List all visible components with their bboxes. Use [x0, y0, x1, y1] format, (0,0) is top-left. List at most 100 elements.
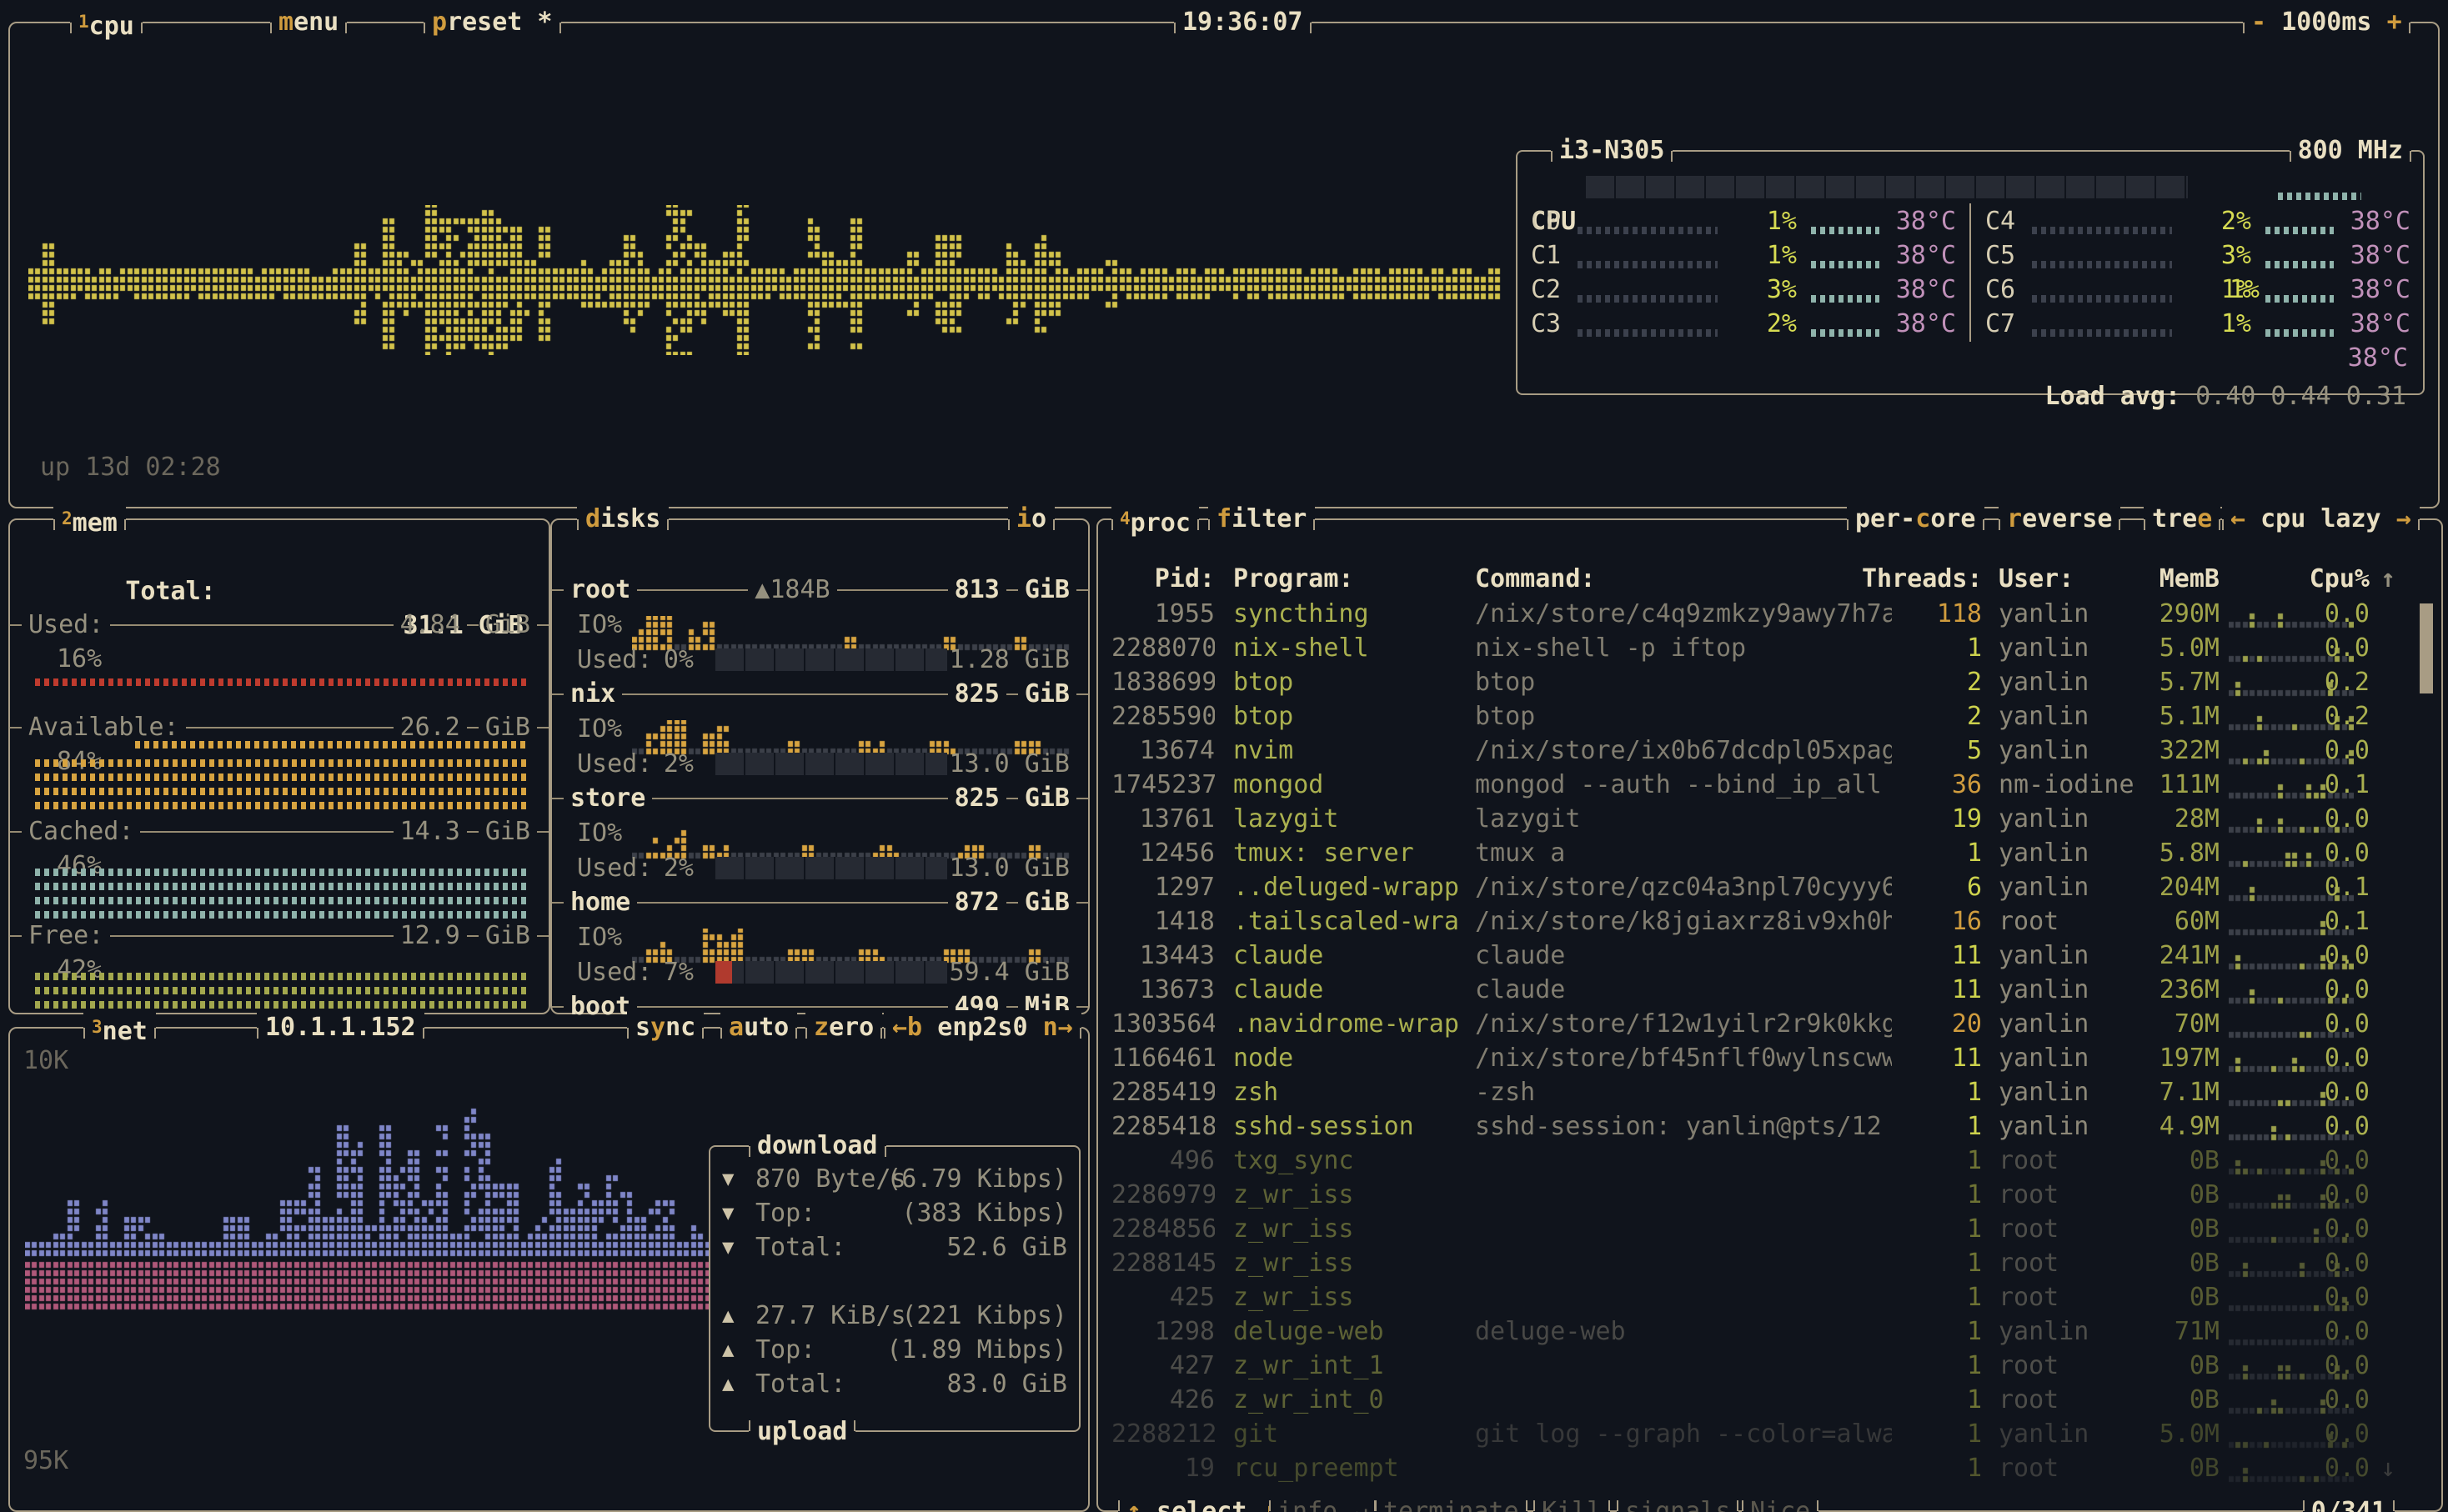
process-row[interactable]: 1297..deluged-wrapp/nix/store/qzc04a3npl… — [1098, 870, 2441, 904]
reverse-button[interactable]: reverse — [1999, 502, 2120, 536]
sort-prev-button[interactable]: ← — [2230, 504, 2245, 533]
process-command: sshd-session: yanlin@pts/12 — [1475, 1109, 1892, 1144]
process-cpu: 0.0 — [2299, 1280, 2370, 1314]
tab-mem[interactable]: 2mem — [53, 502, 126, 540]
auto-post: uto — [744, 1013, 789, 1042]
process-row[interactable]: 2288145z_wr_iss1root0B0.0 — [1098, 1246, 2441, 1280]
scrollbar-thumb[interactable] — [2420, 603, 2433, 693]
process-row[interactable]: 2285419zsh-zsh1yanlin7.1M0.0 — [1098, 1075, 2441, 1109]
sort-next-button[interactable]: → — [2396, 504, 2411, 533]
next-interface-button[interactable]: n→ — [1043, 1013, 1073, 1042]
process-name: zsh — [1233, 1075, 1467, 1109]
menu-button[interactable]: menu — [270, 5, 347, 39]
tab-net[interactable]: 3net — [83, 1010, 156, 1049]
process-command: lazygit — [1475, 802, 1892, 836]
process-row[interactable]: 13443claudeclaude11yanlin241M0.0 — [1098, 939, 2441, 973]
col-cpu[interactable]: Cpu% — [2299, 562, 2370, 596]
mem-field-pct: 42% — [57, 953, 102, 987]
load-avg-row: Load avg: 0.40 0.44 0.31 — [1924, 345, 2406, 448]
per-core-button[interactable]: per-core — [1847, 502, 1984, 536]
mem-box: 2mem Total: 31.1 GiB Used:4.84GiB16%Avai… — [8, 518, 550, 1014]
process-row[interactable]: 2288212gitgit log --graph --color=always… — [1098, 1417, 2441, 1451]
process-mem: 197M — [2115, 1041, 2220, 1075]
tree-button[interactable]: tree — [2144, 502, 2220, 536]
tab-io[interactable]: io — [1008, 502, 1055, 536]
tab-proc[interactable]: 4proc — [1111, 502, 1199, 540]
process-row[interactable]: 2285418sshd-sessionsshd-session: yanlin@… — [1098, 1109, 2441, 1144]
process-row[interactable]: 1298deluge-webdeluge-web1yanlin71M0.0 — [1098, 1314, 2441, 1349]
tab-cpu[interactable]: 1cpu — [70, 5, 143, 43]
auto-button[interactable]: auto — [720, 1010, 797, 1044]
process-mem: 0B — [2115, 1349, 2220, 1383]
core-label: C2 — [1531, 273, 1561, 307]
disk-size-unit: GiB — [1018, 677, 1076, 711]
process-row[interactable]: 426z_wr_int_01root0B0.0 — [1098, 1383, 2441, 1417]
sync-button[interactable]: sync — [627, 1010, 704, 1044]
process-row[interactable]: 2285590btopbtop2yanlin5.1M0.2 — [1098, 699, 2441, 733]
process-cpu: 0.0 — [2299, 1178, 2370, 1212]
signals-button[interactable]: signals — [1617, 1494, 1738, 1512]
process-pid: 19 — [1111, 1451, 1215, 1485]
tab-disks[interactable]: disks — [577, 502, 669, 536]
process-row[interactable]: 12456tmux: servertmux a1yanlin5.8M0.0 — [1098, 836, 2441, 870]
sort-direction-icon[interactable]: ↑ — [2380, 562, 2395, 596]
col-threads[interactable]: Threads: — [1862, 562, 1982, 596]
process-row[interactable]: 1745237mongodmongod --auth --bind_ip_all… — [1098, 768, 2441, 802]
preset-button[interactable]: preset * — [424, 5, 561, 39]
zero-button[interactable]: zero — [805, 1010, 882, 1044]
process-row[interactable]: 2286979z_wr_iss1root0B0.0 — [1098, 1178, 2441, 1212]
info-button[interactable]: info ↵ — [1269, 1494, 1376, 1512]
col-mem[interactable]: MemB — [2115, 562, 2220, 596]
process-threads: 1 — [1899, 1075, 1982, 1109]
mem-amber-band-row — [35, 788, 527, 795]
download-stat-row: ▼870 Byte/s(6.79 Kibps) — [722, 1162, 1067, 1196]
interface-name: enp2s0 — [937, 1013, 1027, 1042]
mem-field-value: 26.2 — [394, 710, 467, 744]
process-threads: 11 — [1899, 939, 1982, 973]
filter-button[interactable]: filter — [1208, 502, 1315, 536]
process-row[interactable]: 427z_wr_int_11root0B0.0 — [1098, 1349, 2441, 1383]
process-row[interactable]: 19rcu_preempt1root0B0.0↓ — [1098, 1451, 2441, 1485]
process-pid: 13761 — [1111, 802, 1215, 836]
process-row[interactable]: 1955syncthing/nix/store/c4q9zmkzy9awy7h7… — [1098, 597, 2441, 631]
process-pid: 2288070 — [1111, 631, 1215, 665]
process-pid: 2284856 — [1111, 1212, 1215, 1246]
process-row[interactable]: 2284856z_wr_iss1root0B0.0 — [1098, 1212, 2441, 1246]
process-name: deluge-web — [1233, 1314, 1467, 1349]
process-row[interactable]: 13674nvim/nix/store/ix0b67dcdpl05xpagx5x… — [1098, 733, 2441, 768]
mem-field-value: 14.3 — [394, 814, 467, 849]
interval-plus-button[interactable]: + — [2387, 8, 2402, 37]
nice-button[interactable]: Nice — [1742, 1494, 1818, 1512]
process-row[interactable]: 496txg_sync1root0B0.0 — [1098, 1144, 2441, 1178]
process-row[interactable]: 13673claudeclaude11yanlin236M0.0 — [1098, 973, 2441, 1007]
process-row[interactable]: 1838699btopbtop2yanlin5.7M0.2 — [1098, 665, 2441, 699]
core-label: C7 — [1985, 307, 2015, 341]
disk-used-value: 59.4 GiB — [936, 955, 1070, 989]
process-row[interactable]: 1418.tailscaled-wra/nix/store/k8jgiaxrz8… — [1098, 904, 2441, 939]
process-row[interactable]: 1303564.navidrome-wrap/nix/store/f12w1yi… — [1098, 1007, 2441, 1041]
kill-button[interactable]: Kill — [1533, 1494, 1610, 1512]
core-label: C6 — [1985, 273, 2015, 307]
col-program[interactable]: Program: — [1233, 562, 1467, 596]
prev-interface-button[interactable]: ←b — [892, 1013, 922, 1042]
terminate-button[interactable]: terminate — [1375, 1494, 1527, 1512]
interval-control: - 1000ms + — [2243, 5, 2410, 39]
core-temp: 38°C — [2339, 273, 2410, 307]
core-pct: 2% — [1738, 307, 1797, 341]
process-pid: 12456 — [1111, 836, 1215, 870]
process-row[interactable]: 1166461node/nix/store/bf45nflf0wylnscwwa… — [1098, 1041, 2441, 1075]
process-pid: 496 — [1111, 1144, 1215, 1178]
process-row[interactable]: 13761lazygitlazygit19yanlin28M0.0 — [1098, 802, 2441, 836]
col-pid[interactable]: Pid: — [1111, 562, 1215, 596]
process-name: btop — [1233, 665, 1467, 699]
core-pct: 1% — [2193, 307, 2251, 341]
select-up-icon[interactable]: ↑ — [1126, 1497, 1141, 1512]
interval-minus-button[interactable]: - — [2251, 8, 2266, 37]
process-row[interactable]: 2288070nix-shellnix-shell -p iftop1yanli… — [1098, 631, 2441, 665]
core-label: C5 — [1985, 238, 2015, 273]
cpu-box-number: 1 — [78, 12, 89, 32]
process-pid: 1297 — [1111, 870, 1215, 904]
mem-red-band-row — [35, 678, 527, 686]
process-mem: 4.9M — [2115, 1109, 2220, 1144]
process-row[interactable]: 425z_wr_iss1root0B0.0 — [1098, 1280, 2441, 1314]
